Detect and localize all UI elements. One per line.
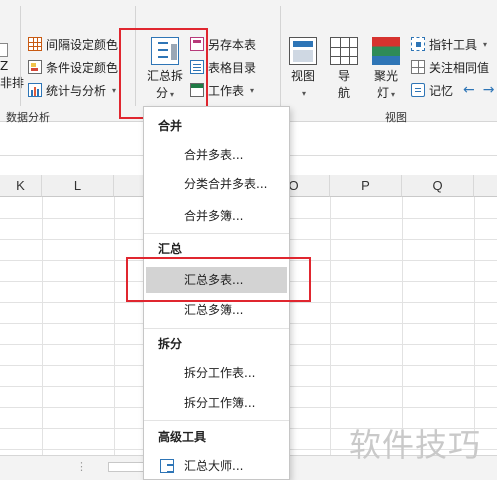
ribbon: Z 非排 间隔设定颜色 条件设定颜色 统计与分析 ▾ 数据分析 汇总拆 分 ▾ 另… (0, 0, 497, 124)
spotlight-label-line1: 聚光 (373, 69, 398, 83)
arrow-right-icon[interactable]: → (483, 82, 495, 98)
navigation-label-line2: 航 (337, 86, 350, 100)
highlight-box-summary-sheets (126, 257, 311, 302)
spotlight-button[interactable]: 聚光 灯 ▾ (366, 37, 406, 103)
column-header-l[interactable]: L (42, 175, 114, 197)
pointer-tool-icon (411, 37, 425, 51)
arrow-left-icon[interactable]: ← (463, 82, 475, 98)
chevron-down-icon: ▾ (301, 89, 306, 98)
menu-divider (144, 420, 289, 421)
grid-color-icon (28, 37, 42, 51)
focus-same-icon (411, 60, 425, 74)
chevron-down-icon: ▾ (250, 85, 255, 95)
memo-icon (411, 83, 425, 97)
menu-divider (144, 328, 289, 329)
watermark-text: 软件技巧 (349, 426, 482, 464)
menu-section-split: 拆分 (158, 337, 183, 351)
gridline (42, 197, 43, 455)
chevron-down-icon: ▾ (112, 85, 117, 95)
sort-az-icon (0, 43, 8, 57)
column-header-k[interactable]: K (0, 175, 42, 197)
tab-split-handle-icon[interactable]: ⋮ (76, 460, 87, 473)
memo-label: 记忆 (429, 83, 454, 98)
ribbon-separator (280, 6, 281, 106)
save-sheet-label: 另存本表 (208, 37, 257, 52)
statistics-button[interactable]: 统计与分析 ▾ (28, 80, 116, 100)
view-label: 视图 (290, 69, 315, 83)
gridline (114, 197, 115, 455)
menu-section-merge: 合并 (158, 119, 183, 133)
spotlight-icon (372, 37, 400, 65)
column-header-q[interactable]: Q (402, 175, 474, 197)
menu-divider (144, 233, 289, 234)
menu-section-advanced-tools: 高级工具 (158, 430, 207, 444)
gridline (330, 197, 331, 455)
sort-button[interactable] (0, 40, 8, 60)
menu-item-merge-sheets[interactable]: 合并多表... (146, 142, 287, 168)
spotlight-label-line2: 灯 (376, 86, 389, 100)
table-toc-label: 表格目录 (208, 60, 257, 75)
ribbon-separator (20, 6, 21, 106)
menu-item-category-merge-sheets[interactable]: 分类合并多表... (146, 171, 287, 197)
condition-color-label: 条件设定颜色 (46, 60, 119, 75)
focus-same-button[interactable]: 关注相同值 (411, 57, 489, 77)
gridline (402, 197, 403, 455)
interval-color-button[interactable]: 间隔设定颜色 (28, 34, 118, 54)
condition-color-icon (28, 60, 42, 74)
chevron-down-icon: ▾ (391, 90, 396, 99)
chevron-down-icon: ▾ (483, 39, 488, 49)
focus-same-label: 关注相同值 (429, 60, 490, 75)
condition-color-button[interactable]: 条件设定颜色 (28, 57, 118, 77)
menu-section-summary: 汇总 (158, 242, 183, 256)
statistics-icon (28, 83, 42, 97)
menu-item-summary-master[interactable]: 汇总大师... (146, 453, 287, 479)
memo-button[interactable]: 记忆 ← → (411, 80, 494, 100)
statistics-label: 统计与分析 (46, 83, 107, 98)
interval-color-label: 间隔设定颜色 (46, 37, 119, 52)
pointer-tool-button[interactable]: 指针工具 ▾ (411, 34, 487, 54)
view-button[interactable]: 视图 ▾ (285, 37, 321, 102)
navigation-label-line1: 导 (337, 69, 350, 83)
gridline (474, 197, 475, 455)
menu-item-summary-master-label: 汇总大师... (184, 459, 244, 473)
navigation-button[interactable]: 导 航 (328, 37, 360, 102)
menu-item-split-worksheet[interactable]: 拆分工作表... (146, 360, 287, 386)
navigation-icon (330, 37, 358, 65)
view-icon (289, 37, 317, 65)
worksheet-label: 工作表 (208, 83, 245, 98)
summary-master-icon (160, 459, 174, 473)
column-header-p[interactable]: P (330, 175, 402, 197)
column-header-extra[interactable] (474, 175, 497, 197)
menu-item-split-workbook[interactable]: 拆分工作簿... (146, 390, 287, 416)
pointer-tool-label: 指针工具 (429, 37, 478, 52)
menu-item-merge-workbooks[interactable]: 合并多簿... (146, 203, 287, 229)
